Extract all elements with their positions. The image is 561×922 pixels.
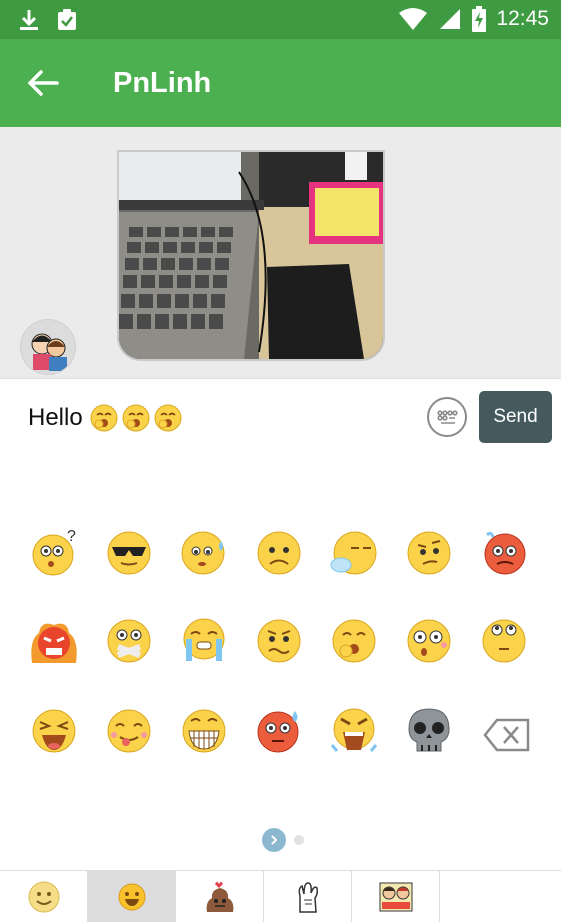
grin-icon [118, 883, 145, 910]
worried-face-icon[interactable] [254, 615, 304, 665]
page-dot-active[interactable] [262, 828, 286, 852]
message-text: Hello [28, 404, 83, 431]
sad-face-icon[interactable] [254, 527, 304, 577]
sleepy-face-icon[interactable] [329, 527, 379, 577]
send-button[interactable]: Send [479, 391, 552, 443]
furious-fire-face-icon[interactable] [29, 615, 79, 665]
confused-face-icon[interactable]: ? [29, 527, 79, 577]
message-composer: Hello Send [0, 378, 561, 456]
keyboard-icon [437, 410, 458, 424]
skull-icon[interactable] [404, 705, 454, 755]
angry-red-face-icon[interactable] [479, 527, 529, 577]
tongue-face-icon[interactable] [104, 705, 154, 755]
sticker-hand-tab[interactable] [264, 871, 352, 922]
app-bar: PnLinh [0, 39, 561, 127]
emoji-category-tabs [0, 870, 561, 922]
status-bar: 12:45 [0, 0, 561, 39]
keyboard-toggle-button[interactable] [427, 397, 467, 437]
shouting-face-icon[interactable] [329, 705, 379, 755]
nervous-red-face-icon[interactable] [254, 705, 304, 755]
sticker-poop-tab[interactable] [176, 871, 264, 922]
svg-text:?: ? [67, 528, 76, 545]
yawning-emoji-icon [154, 404, 182, 432]
smile-icon [28, 881, 59, 912]
page-title: PnLinh [113, 67, 212, 99]
page-dot[interactable] [294, 835, 304, 845]
grinning-face-icon[interactable] [179, 705, 229, 755]
download-icon [20, 10, 38, 30]
avatar[interactable] [20, 319, 76, 375]
clock: 12:45 [496, 7, 549, 30]
surprised-face-icon[interactable] [404, 615, 454, 665]
sweating-face-icon[interactable] [179, 527, 229, 577]
comic-sticker-icon [379, 882, 412, 911]
photo-message[interactable] [117, 150, 385, 361]
sunglasses-face-icon[interactable] [104, 527, 154, 577]
message-input[interactable]: Hello [28, 403, 183, 433]
hand-sticker-icon [298, 881, 318, 913]
battery-charging-icon [472, 6, 487, 32]
yawning-emoji-icon [90, 404, 118, 432]
signal-icon [440, 9, 461, 29]
wifi-icon [399, 8, 428, 30]
taped-mouth-face-icon[interactable] [104, 615, 154, 665]
poop-sticker-icon [206, 881, 233, 912]
emoji-panel: ? [0, 455, 561, 870]
clipboard-check-icon [58, 9, 76, 30]
crying-face-icon[interactable] [179, 615, 229, 665]
skeptical-face-icon[interactable] [404, 527, 454, 577]
yawning-face-icon[interactable] [329, 615, 379, 665]
sticker-comic-tab[interactable] [352, 871, 440, 922]
laughing-face-icon[interactable] [29, 705, 79, 755]
emoji-smile-tab[interactable] [0, 871, 88, 922]
emoji-yellow-tab[interactable] [88, 871, 176, 922]
page-indicator [262, 828, 304, 852]
yawning-emoji-icon [122, 404, 150, 432]
eye-roll-face-icon[interactable] [479, 615, 529, 665]
chevron-right-icon [271, 835, 278, 845]
backspace-icon[interactable] [482, 710, 532, 760]
chat-area[interactable] [0, 127, 561, 378]
arrow-left-icon[interactable] [26, 67, 60, 99]
